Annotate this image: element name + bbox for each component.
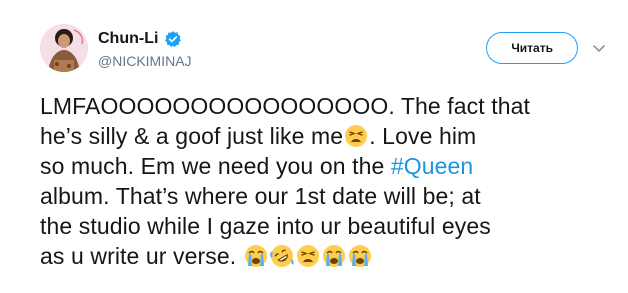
tweet-text: LMFAOOOOOOOOOOOOOOOO. The fact that he’s… bbox=[40, 91, 620, 271]
user-handle[interactable]: @NICKIMINAJ bbox=[98, 52, 192, 70]
follow-button[interactable]: Читать bbox=[486, 32, 578, 64]
loudly-crying-face-emoji-icon-3 bbox=[348, 244, 372, 268]
weary-face-emoji-icon bbox=[344, 124, 368, 148]
tweet-line-6-a: as u write ur verse. bbox=[40, 243, 243, 269]
user-identity: Chun-Li @NICKIMINAJ bbox=[98, 28, 192, 70]
rolling-on-floor-laughing-emoji-icon bbox=[270, 244, 294, 268]
tweet-line-2-b: . Love him bbox=[369, 123, 477, 149]
chevron-down-icon[interactable] bbox=[592, 41, 606, 55]
name-row: Chun-Li bbox=[98, 28, 192, 50]
tweet-line-3: so much. Em we need you on the #Queen bbox=[40, 151, 620, 181]
tweet-line-6: as u write ur verse. bbox=[40, 241, 620, 271]
weary-face-emoji-icon-2 bbox=[296, 244, 320, 268]
hashtag-link[interactable]: #Queen bbox=[391, 153, 473, 179]
avatar[interactable] bbox=[40, 24, 88, 72]
header-actions: Читать bbox=[486, 32, 606, 64]
tweet-line-5: the studio while I gaze into ur beautifu… bbox=[40, 213, 491, 239]
tweet-line-2: he’s silly & a goof just like me . Love h… bbox=[40, 121, 620, 151]
tweet-line-2-a: he’s silly & a goof just like me bbox=[40, 123, 344, 149]
loudly-crying-face-emoji-icon bbox=[244, 244, 268, 268]
profile-photo-icon bbox=[40, 24, 88, 72]
tweet-line-1: LMFAOOOOOOOOOOOOOOOO. The fact that bbox=[40, 93, 531, 119]
verified-badge-icon bbox=[164, 30, 182, 48]
tweet-line-3-a: so much. Em we need you on the bbox=[40, 153, 391, 179]
tweet-line-4: album. That’s where our 1st date will be… bbox=[40, 183, 481, 209]
loudly-crying-face-emoji-icon-2 bbox=[322, 244, 346, 268]
display-name[interactable]: Chun-Li bbox=[98, 29, 158, 49]
tweet-header: Chun-Li @NICKIMINAJ Читать bbox=[40, 18, 606, 78]
